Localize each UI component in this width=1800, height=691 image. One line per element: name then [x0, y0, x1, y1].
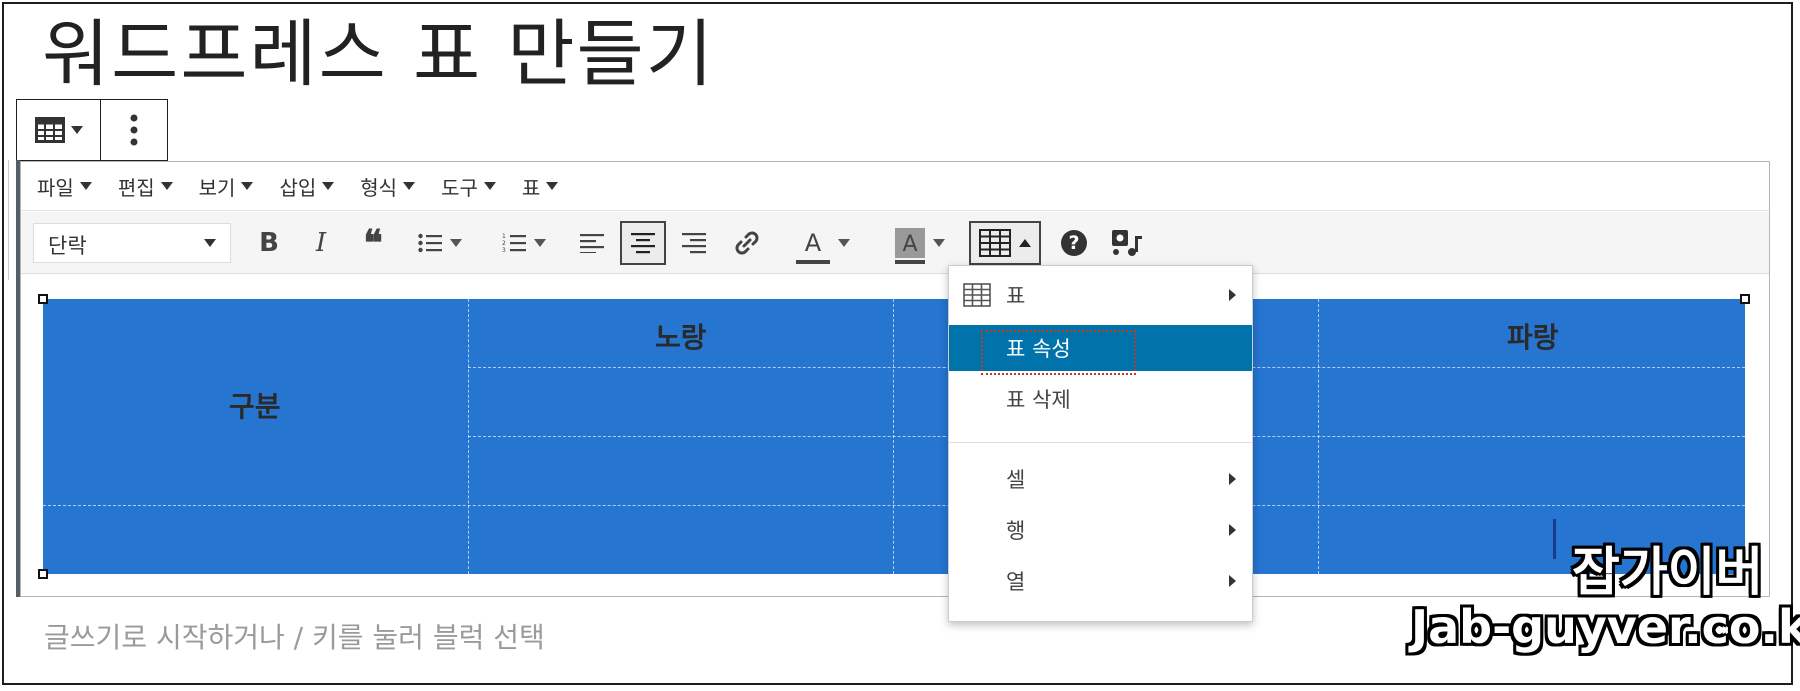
- menu-item-table-properties[interactable]: 표 속성: [949, 325, 1252, 375]
- chevron-down-icon: [79, 182, 92, 190]
- resize-handle-top-left[interactable]: [38, 294, 48, 304]
- insert-link-button[interactable]: [726, 221, 768, 265]
- text-color-icon: A: [804, 229, 822, 257]
- svg-text:1: 1: [502, 233, 506, 240]
- editor-toolbar: 단락 B I ❝ 1 2 3 A A ?: [21, 212, 1769, 274]
- bold-button[interactable]: B: [249, 221, 289, 265]
- menu-edit[interactable]: 편집: [118, 172, 173, 201]
- menu-format[interactable]: 형식: [360, 172, 416, 201]
- more-options-button[interactable]: [101, 100, 167, 160]
- table-header-yellow[interactable]: 노랑: [655, 316, 707, 356]
- bullet-list-icon: [418, 233, 442, 253]
- resize-handle-bottom-left[interactable]: [38, 569, 48, 579]
- selected-table[interactable]: 구분 노랑 파랑: [43, 299, 1745, 574]
- sidebar-edge: [0, 160, 9, 280]
- numbered-list-button[interactable]: 1 2 3: [491, 221, 557, 265]
- background-color-button[interactable]: A: [878, 221, 962, 265]
- row-divider: [43, 505, 1745, 506]
- align-center-icon: [631, 233, 655, 254]
- editor-content[interactable]: 구분 노랑 파랑: [21, 275, 1769, 597]
- chevron-down-icon: [546, 182, 559, 190]
- quote-icon: ❝: [363, 222, 383, 264]
- background-color-icon: A: [902, 232, 918, 257]
- link-icon: [735, 231, 759, 255]
- chevron-down-icon: [160, 182, 173, 190]
- menu-item-column[interactable]: 열: [949, 558, 1252, 604]
- svg-text:3: 3: [502, 247, 506, 254]
- menu-file[interactable]: 파일: [37, 172, 92, 201]
- watermark-title: 잡가이버: [1572, 543, 1764, 603]
- classic-editor: 파일 편집 보기 삽입 형식 도구 표 단락 B I ❝ 1 2 3 A A ?…: [20, 161, 1770, 597]
- resize-handle-top-right[interactable]: [1740, 294, 1750, 304]
- chevron-down-icon: [450, 239, 462, 247]
- block-type-button[interactable]: [17, 100, 101, 160]
- chevron-right-icon: [1229, 575, 1236, 587]
- menu-item-row[interactable]: 행: [949, 507, 1252, 553]
- vertical-ellipsis-icon: [130, 114, 138, 146]
- chevron-down-icon: [933, 239, 945, 247]
- bullet-list-button[interactable]: [407, 221, 473, 265]
- chevron-down-icon: [838, 239, 850, 247]
- italic-icon: I: [315, 228, 327, 258]
- chevron-right-icon: [1229, 289, 1236, 301]
- chevron-down-icon: [204, 239, 216, 247]
- chevron-up-icon: [1019, 239, 1031, 247]
- table-dropdown-menu: 표 표 속성 표 삭제 셀 행 열: [948, 265, 1253, 622]
- align-right-button[interactable]: [673, 221, 715, 265]
- highlight-annotation: [981, 330, 1136, 375]
- menu-tools[interactable]: 도구: [441, 172, 496, 201]
- italic-button[interactable]: I: [301, 221, 341, 265]
- watermark-url: Jab-guyver.co.kr: [1411, 600, 1800, 654]
- svg-text:2: 2: [502, 240, 506, 247]
- help-icon: ?: [1061, 230, 1087, 256]
- format-select[interactable]: 단락: [33, 223, 231, 263]
- editor-menubar: 파일 편집 보기 삽입 형식 도구 표: [21, 162, 1769, 211]
- align-center-button[interactable]: [620, 221, 666, 265]
- kitchen-sink-button[interactable]: [1105, 221, 1149, 265]
- block-appender-placeholder[interactable]: 글쓰기로 시작하거나 / 키를 눌러 블럭 선택: [44, 616, 545, 656]
- table-grid-icon: [979, 229, 1011, 257]
- menu-item-cell[interactable]: 셀: [949, 456, 1252, 502]
- table-grid-icon: [963, 283, 991, 307]
- align-left-icon: [580, 234, 604, 253]
- align-right-icon: [682, 233, 706, 254]
- menu-item-delete-table[interactable]: 표 삭제: [949, 376, 1252, 422]
- menu-view[interactable]: 보기: [199, 172, 254, 201]
- chevron-down-icon: [70, 126, 83, 134]
- bold-icon: B: [259, 228, 279, 258]
- menu-table[interactable]: 표: [522, 172, 559, 201]
- chevron-down-icon: [403, 182, 416, 190]
- table-button[interactable]: [969, 221, 1041, 265]
- chevron-down-icon: [241, 182, 254, 190]
- chevron-down-icon: [322, 182, 335, 190]
- menu-item-table[interactable]: 표: [949, 272, 1252, 318]
- block-toolbar: [16, 99, 168, 161]
- table-header-category[interactable]: 구분: [229, 385, 281, 425]
- chevron-right-icon: [1229, 524, 1236, 536]
- table-block-icon: [34, 117, 65, 143]
- table-header-blue[interactable]: 파랑: [1507, 316, 1559, 356]
- chevron-down-icon: [483, 182, 496, 190]
- menu-divider: [949, 442, 1252, 443]
- help-button[interactable]: ?: [1053, 221, 1095, 265]
- text-cursor: [1553, 519, 1556, 559]
- numbered-list-icon: 1 2 3: [502, 233, 526, 254]
- blockquote-button[interactable]: ❝: [353, 221, 393, 265]
- chevron-down-icon: [534, 239, 546, 247]
- chevron-right-icon: [1229, 473, 1236, 485]
- align-left-button[interactable]: [571, 221, 613, 265]
- page-title[interactable]: 워드프레스 표 만들기: [42, 5, 715, 105]
- media-settings-icon: [1112, 230, 1142, 256]
- menu-insert[interactable]: 삽입: [279, 172, 335, 201]
- text-color-button[interactable]: A: [781, 221, 865, 265]
